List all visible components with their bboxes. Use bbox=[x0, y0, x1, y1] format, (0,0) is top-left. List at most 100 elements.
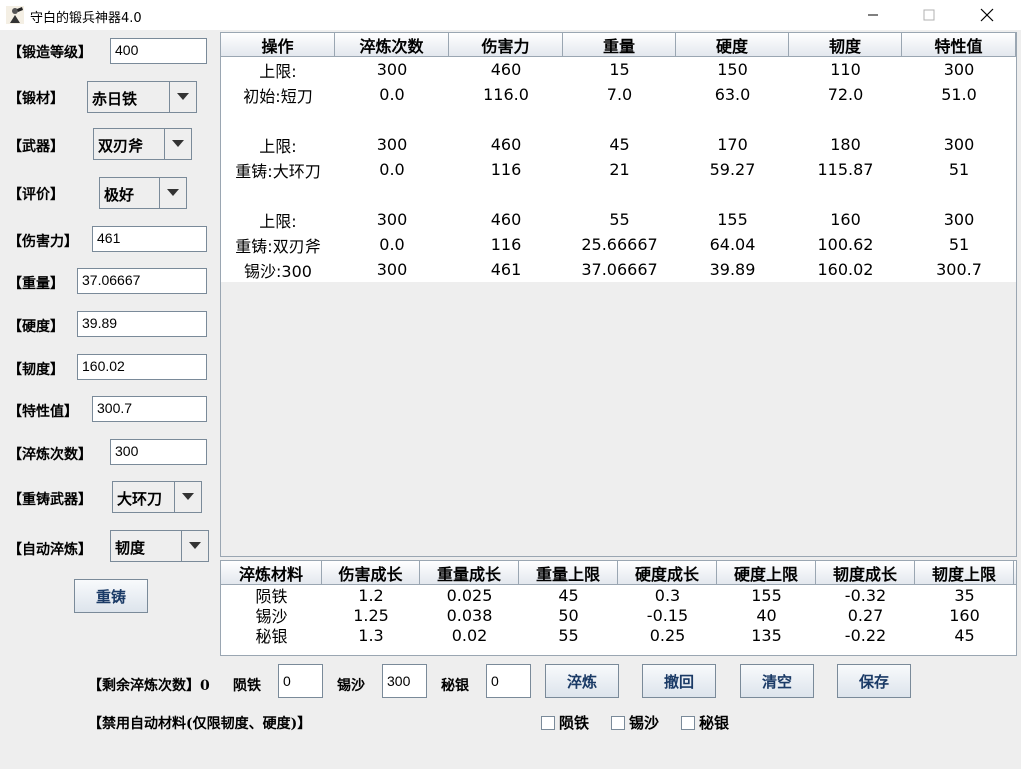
column-header[interactable]: 伤害成长 bbox=[322, 561, 420, 584]
table-cell: 25.66667 bbox=[581, 235, 658, 254]
recast-button[interactable]: 重铸 bbox=[74, 579, 148, 613]
toughness-field[interactable]: 160.02 bbox=[77, 354, 207, 380]
table-cell: 初始:短刀 bbox=[243, 86, 313, 106]
mithril-field[interactable]: 0 bbox=[486, 664, 531, 698]
damage-label: 【伤害力】 bbox=[8, 234, 78, 250]
table-cell: 锡沙:300 bbox=[244, 261, 312, 281]
table-cell: 上限: bbox=[259, 211, 297, 231]
column-header[interactable]: 硬度上限 bbox=[717, 561, 816, 584]
table-cell: 300 bbox=[376, 260, 408, 279]
table-cell: 1.25 bbox=[353, 605, 389, 625]
save-button[interactable]: 保存 bbox=[837, 664, 911, 698]
weapon-select[interactable]: 双刃斧 bbox=[93, 128, 192, 160]
column-header[interactable]: 淬炼次数 bbox=[335, 33, 449, 56]
table-cell: 59.27 bbox=[709, 160, 756, 179]
column-header[interactable]: 特性值 bbox=[902, 33, 1016, 56]
table-row[interactable]: 上限: 300 460 55 155 160 300 bbox=[221, 207, 1016, 232]
table-cell: 上限: bbox=[259, 61, 297, 81]
table-cell: 15 bbox=[609, 60, 630, 79]
temper-count-field[interactable]: 300 bbox=[110, 439, 207, 465]
table-cell: 460 bbox=[490, 210, 522, 229]
table-cell: -0.32 bbox=[844, 585, 887, 605]
rating-select[interactable]: 极好 bbox=[99, 177, 187, 209]
table-row[interactable]: 重铸:大环刀 0.0 116 21 59.27 115.87 51 bbox=[221, 157, 1016, 182]
undo-button[interactable]: 撤回 bbox=[642, 664, 716, 698]
column-header[interactable]: 重量成长 bbox=[420, 561, 519, 584]
column-header[interactable]: 重量上限 bbox=[519, 561, 618, 584]
table-cell: 0.0 bbox=[379, 235, 405, 254]
checkbox-tin-sand-label: 锡沙 bbox=[629, 714, 660, 732]
material-table: 淬炼材料 伤害成长 重量成长 重量上限 硬度成长 硬度上限 韧度成长 韧度上限 陨铁 1.2 0.… bbox=[220, 560, 1017, 656]
forge-level-field[interactable]: 400 bbox=[110, 38, 207, 64]
table-cell: 0.02 bbox=[451, 625, 488, 645]
table-cell: 63.0 bbox=[714, 85, 751, 104]
checkbox-meteor-iron[interactable]: 陨铁 bbox=[541, 712, 589, 733]
meteor-iron-field[interactable]: 0 bbox=[278, 664, 323, 698]
window-title: 守白的锻兵神器4.0 bbox=[30, 11, 142, 26]
table-row[interactable]: 初始:短刀 0.0 116.0 7.0 63.0 72.0 51.0 bbox=[221, 82, 1016, 107]
table-cell: 300 bbox=[376, 210, 408, 229]
table-row[interactable]: 陨铁 1.2 0.025 45 0.3 155 -0.32 35 bbox=[221, 585, 1016, 607]
checkbox-mithril[interactable]: 秘银 bbox=[681, 712, 729, 733]
table-cell: 45 bbox=[558, 585, 579, 605]
meteor-iron-label: 陨铁 bbox=[233, 678, 261, 694]
table-row[interactable]: 上限: 300 460 15 150 110 300 bbox=[221, 57, 1016, 82]
table-cell: 135 bbox=[751, 625, 782, 645]
table-cell: 461 bbox=[490, 260, 522, 279]
table-cell: 300 bbox=[376, 60, 408, 79]
table-cell bbox=[563, 107, 676, 132]
table-cell: -0.15 bbox=[646, 605, 689, 625]
column-header[interactable]: 硬度成长 bbox=[618, 561, 717, 584]
table-row[interactable]: 锡沙:300 300 461 37.06667 39.89 160.02 300.7 bbox=[221, 257, 1016, 282]
column-header[interactable]: 韧度上限 bbox=[915, 561, 1014, 584]
maximize-button[interactable] bbox=[906, 0, 952, 30]
table-row[interactable] bbox=[221, 107, 1016, 132]
table-cell: 150 bbox=[717, 60, 748, 79]
forge-level-label: 【锻造等级】 bbox=[8, 45, 92, 61]
table-row[interactable]: 锡沙 1.25 0.038 50 -0.15 40 0.27 160 bbox=[221, 605, 1016, 627]
table-cell: 100.62 bbox=[817, 235, 874, 254]
auto-temper-select[interactable]: 韧度 bbox=[110, 530, 209, 562]
chevron-down-icon bbox=[170, 82, 196, 112]
minimize-button[interactable] bbox=[850, 0, 896, 30]
table-cell: 110 bbox=[830, 60, 861, 79]
material-select[interactable]: 赤日铁 bbox=[87, 81, 197, 113]
column-header[interactable]: 操作 bbox=[221, 33, 335, 56]
table-row[interactable]: 秘银 1.3 0.02 55 0.25 135 -0.22 45 bbox=[221, 625, 1016, 647]
damage-field[interactable]: 461 bbox=[92, 226, 207, 252]
table-row[interactable]: 上限: 300 460 45 170 180 300 bbox=[221, 132, 1016, 157]
column-header[interactable]: 淬炼材料 bbox=[221, 561, 322, 584]
table-row[interactable]: 重铸:双刃斧 0.0 116 25.66667 64.04 100.62 51 bbox=[221, 232, 1016, 257]
temper-button[interactable]: 淬炼 bbox=[545, 664, 619, 698]
hardness-field[interactable]: 39.89 bbox=[77, 311, 207, 337]
column-header[interactable]: 韧度 bbox=[789, 33, 902, 56]
close-icon bbox=[980, 8, 994, 22]
table-cell: 50 bbox=[558, 605, 579, 625]
table-cell: 300 bbox=[376, 135, 408, 154]
trait-field[interactable]: 300.7 bbox=[92, 396, 207, 422]
close-button[interactable] bbox=[964, 0, 1010, 30]
tin-sand-field[interactable]: 300 bbox=[382, 664, 427, 698]
column-header[interactable]: 伤害力 bbox=[449, 33, 563, 56]
chevron-down-icon bbox=[160, 178, 186, 208]
column-header[interactable]: 重量 bbox=[563, 33, 676, 56]
table-cell: 37.06667 bbox=[581, 260, 658, 279]
clear-button[interactable]: 清空 bbox=[740, 664, 814, 698]
table-cell: 116.0 bbox=[483, 85, 529, 104]
checkbox-box[interactable] bbox=[541, 715, 555, 730]
checkbox-tin-sand[interactable]: 锡沙 bbox=[611, 712, 659, 733]
table-cell: 300.7 bbox=[936, 260, 982, 279]
weight-field[interactable]: 37.06667 bbox=[77, 268, 207, 294]
table-cell: 0.025 bbox=[446, 585, 493, 605]
recast-weapon-label: 【重铸武器】 bbox=[8, 492, 92, 508]
recast-weapon-select[interactable]: 大环刀 bbox=[112, 481, 202, 513]
table-cell: 0.3 bbox=[654, 585, 681, 605]
table-row[interactable] bbox=[221, 182, 1016, 207]
checkbox-box[interactable] bbox=[681, 715, 695, 730]
recast-weapon-select-value: 大环刀 bbox=[113, 482, 175, 512]
column-header[interactable]: 硬度 bbox=[676, 33, 789, 56]
checkbox-meteor-iron-label: 陨铁 bbox=[559, 714, 590, 732]
table-cell: 45 bbox=[954, 625, 975, 645]
checkbox-box[interactable] bbox=[611, 715, 625, 730]
column-header[interactable]: 韧度成长 bbox=[816, 561, 915, 584]
